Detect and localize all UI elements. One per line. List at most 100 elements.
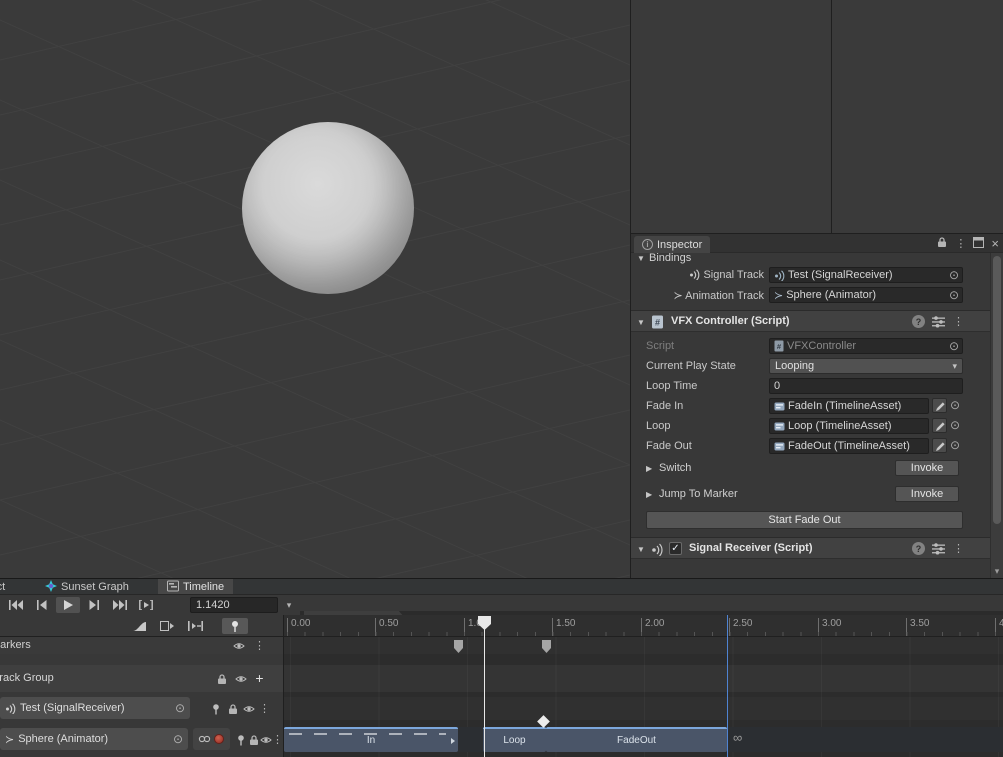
foldout-icon[interactable]: ▶	[646, 490, 652, 499]
track-group-label: Track Group	[0, 672, 54, 684]
lock-icon[interactable]	[225, 701, 240, 716]
object-picker-icon[interactable]: ⊙	[949, 269, 959, 282]
add-track-button[interactable]: +	[252, 670, 267, 686]
fade-in-label: Fade In	[646, 400, 684, 412]
goto-start-button[interactable]	[4, 597, 28, 613]
play-range-button[interactable]	[134, 597, 158, 613]
script-label: Script	[646, 340, 675, 352]
track-group-header[interactable]: Track Group +	[0, 665, 283, 692]
marker-track-toggle-icon[interactable]	[222, 618, 248, 634]
tab-project[interactable]: Project	[0, 579, 22, 594]
clip-fadeout[interactable]: FadeOut	[546, 727, 727, 752]
track-menu-icon[interactable]: ⋮	[257, 701, 272, 716]
pin-icon[interactable]	[208, 701, 223, 716]
track-menu-icon[interactable]: ⋮	[252, 638, 267, 653]
fade-in-object-field[interactable]: FadeIn (TimelineAsset)	[769, 398, 929, 414]
script-object-field[interactable]: # VFXController ⊙	[769, 338, 963, 354]
component-menu-icon[interactable]: ⋮	[953, 315, 964, 328]
clip-in[interactable]: In	[284, 727, 458, 752]
presets-icon[interactable]	[932, 316, 945, 331]
scrollbar-down-arrow[interactable]: ▾	[991, 566, 1003, 577]
edit-pencil-icon[interactable]	[932, 398, 947, 413]
play-button[interactable]	[56, 597, 80, 613]
clip-label: FadeOut	[617, 735, 656, 746]
object-picker-icon[interactable]: ⊙	[949, 289, 959, 302]
eye-icon[interactable]	[231, 638, 246, 653]
loop-time-row: Loop Time 0	[631, 376, 991, 396]
signal-track-object-field[interactable]: Test (SignalReceiver) ⊙	[769, 267, 963, 283]
previous-frame-button[interactable]	[30, 597, 54, 613]
loop-time-field[interactable]: 0	[769, 378, 963, 394]
switch-invoke-button[interactable]: Invoke	[895, 460, 959, 476]
object-picker-icon[interactable]: ⊙	[175, 701, 185, 715]
edit-mode-mix-icon[interactable]	[156, 618, 178, 634]
tab-timeline[interactable]: Timeline	[158, 579, 234, 594]
object-picker-icon[interactable]: ⊙	[949, 340, 959, 353]
clip-loop[interactable]: Loop	[483, 727, 546, 752]
track-offset-link-icon[interactable]	[198, 733, 211, 745]
lock-icon[interactable]	[214, 671, 229, 686]
scrollbar-thumb[interactable]	[993, 256, 1001, 524]
loop-object-field[interactable]: Loop (TimelineAsset)	[769, 418, 929, 434]
close-icon[interactable]: ×	[991, 236, 999, 251]
sphere-object[interactable]	[242, 122, 414, 294]
animation-track-name-box[interactable]: ≻ Sphere (Animator) ⊙	[0, 728, 188, 750]
signal-track-name-box[interactable]: Test (SignalReceiver) ⊙	[0, 697, 190, 719]
object-picker-icon[interactable]: ⊙	[950, 419, 960, 432]
animation-track-header[interactable]: ≻ Sphere (Animator) ⊙ ⋮	[0, 727, 283, 752]
infinite-duration-icon: ∞	[733, 730, 743, 745]
goto-end-button[interactable]	[108, 597, 132, 613]
start-fade-out-button[interactable]: Start Fade Out	[646, 511, 963, 529]
object-picker-icon[interactable]: ⊙	[950, 399, 960, 412]
timeline-ruler[interactable]: 0.00 0.50 1.00 1.50 2.00 2.50 3.00 3.50 …	[283, 615, 1003, 637]
playhead-line[interactable]	[484, 629, 485, 757]
playhead-handle[interactable]	[478, 616, 491, 633]
tab-sunset-graph[interactable]: Sunset Graph	[36, 579, 138, 594]
markers-track-header[interactable]: Markers ⋮	[0, 637, 283, 654]
edit-pencil-icon[interactable]	[932, 418, 947, 433]
vfx-controller-header[interactable]: ▼ # VFX Controller (Script) ? ⋮	[631, 310, 1003, 332]
next-frame-button[interactable]	[82, 597, 106, 613]
play-state-label: Current Play State	[646, 360, 736, 372]
eye-icon[interactable]	[241, 701, 256, 716]
signal-track-header[interactable]: Test (SignalReceiver) ⊙ ⋮	[0, 697, 283, 720]
object-picker-icon[interactable]: ⊙	[950, 439, 960, 452]
markers-track-lane[interactable]	[283, 637, 1003, 654]
tab-menu-icon[interactable]: ⋮	[955, 237, 966, 250]
jump-invoke-button[interactable]: Invoke	[895, 486, 959, 502]
track-header-divider[interactable]	[283, 615, 284, 757]
edit-pencil-icon[interactable]	[932, 438, 947, 453]
eye-icon[interactable]	[233, 671, 248, 686]
edit-mode-ripple-icon[interactable]	[184, 618, 206, 634]
play-state-dropdown[interactable]: Looping ▾	[769, 358, 963, 374]
help-icon[interactable]: ?	[912, 542, 925, 555]
record-toggle-icon[interactable]	[214, 734, 224, 744]
signal-track-lane[interactable]	[283, 697, 1003, 720]
bindings-header[interactable]: ▼ Bindings	[631, 251, 991, 265]
play-state-row: Current Play State Looping ▾	[631, 356, 991, 376]
foldout-icon[interactable]: ▼	[637, 318, 645, 327]
presets-icon[interactable]	[932, 543, 945, 558]
ruler-tick-label: 1.50	[552, 618, 575, 636]
scene-view[interactable]	[0, 0, 630, 578]
maximize-icon[interactable]	[973, 236, 985, 251]
help-icon[interactable]: ?	[912, 315, 925, 328]
playhead-time-field[interactable]	[190, 597, 278, 613]
foldout-icon[interactable]: ▼	[637, 254, 645, 263]
lock-icon[interactable]	[936, 236, 948, 251]
inspector-scrollbar[interactable]: ▾	[990, 253, 1003, 578]
animation-track-lane[interactable]: In Loop FadeOut ∞	[283, 727, 1003, 752]
foldout-icon[interactable]: ▼	[637, 545, 645, 554]
track-group-lane[interactable]	[283, 665, 1003, 692]
time-format-dropdown-icon[interactable]: ▾	[282, 597, 296, 613]
component-enabled-checkbox[interactable]: ✓	[669, 542, 682, 555]
curves-view-icon[interactable]	[128, 618, 150, 634]
component-menu-icon[interactable]: ⋮	[953, 542, 964, 555]
fade-out-label: Fade Out	[646, 440, 692, 452]
fade-out-object-field[interactable]: FadeOut (TimelineAsset)	[769, 438, 929, 454]
signal-receiver-header[interactable]: ▼ ✓ Signal Receiver (Script) ? ⋮	[631, 537, 1003, 559]
animation-track-object-field[interactable]: ≻ Sphere (Animator) ⊙	[769, 287, 963, 303]
csharp-script-icon: #	[651, 315, 664, 332]
foldout-icon[interactable]: ▶	[646, 464, 652, 473]
object-picker-icon[interactable]: ⊙	[173, 732, 183, 746]
